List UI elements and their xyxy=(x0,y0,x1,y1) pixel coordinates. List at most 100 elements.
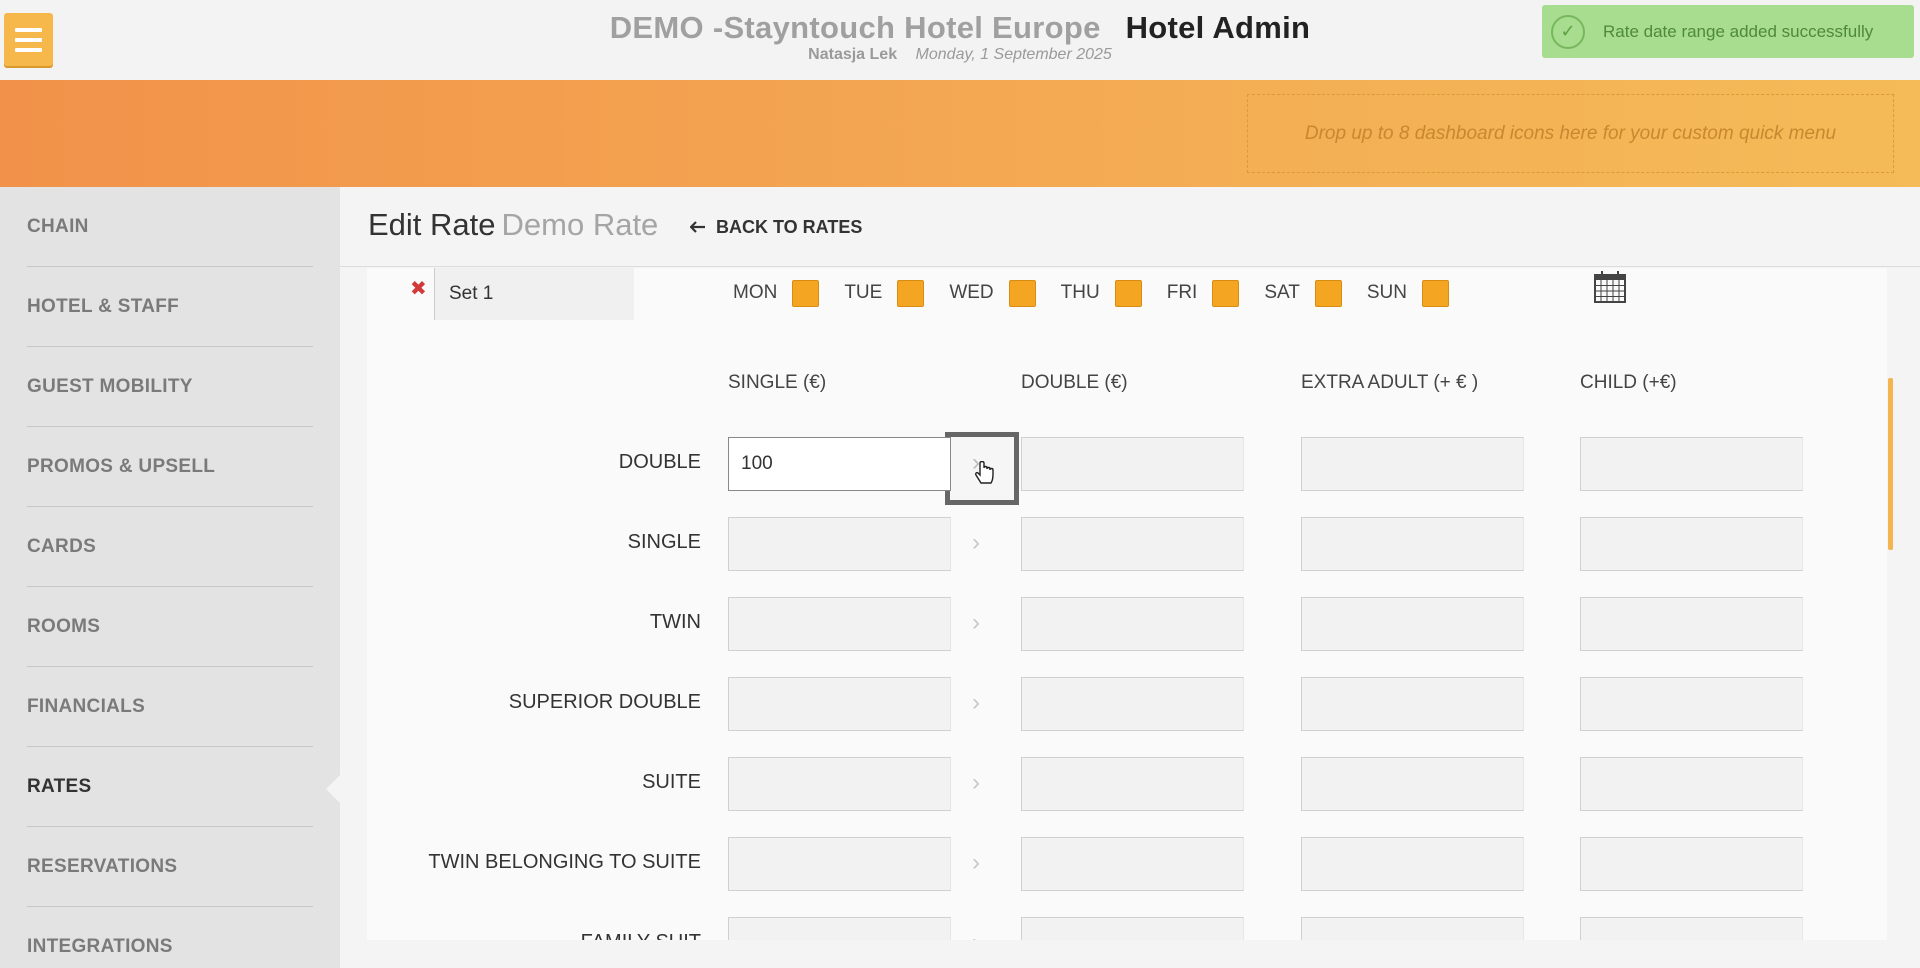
column-header-child: CHILD (+€) xyxy=(1580,372,1677,393)
sidebar-item-cards[interactable]: CARDS xyxy=(27,507,313,587)
day-checkbox[interactable] xyxy=(1314,279,1342,307)
copy-right-arrow-icon[interactable]: › xyxy=(972,689,992,716)
copy-right-arrow-icon[interactable]: › xyxy=(972,769,992,796)
sidebar-item-hotel-staff[interactable]: HOTEL & STAFF xyxy=(27,267,313,347)
single-rate-input[interactable] xyxy=(728,917,951,940)
single-rate-input[interactable] xyxy=(728,757,951,811)
set-name: Set 1 xyxy=(449,283,494,304)
row-label: DOUBLE xyxy=(618,451,701,473)
day-label: MON xyxy=(733,282,778,303)
sidebar-item-reservations[interactable]: RESERVATIONS xyxy=(27,827,313,907)
back-to-rates-link[interactable]: BACK TO RATES xyxy=(689,217,863,238)
sidebar-item-integrations[interactable]: INTEGRATIONS xyxy=(27,907,313,968)
day-label: SAT xyxy=(1264,282,1300,303)
active-item-pointer xyxy=(326,775,340,803)
double-rate-input[interactable] xyxy=(1021,677,1244,731)
copy-right-arrow-icon[interactable]: › xyxy=(972,849,992,876)
row-label: TWIN xyxy=(649,611,701,633)
copy-right-arrow-icon[interactable]: › xyxy=(972,929,992,940)
copy-right-arrow-icon[interactable]: › xyxy=(972,609,992,636)
day-tue[interactable]: TUE xyxy=(844,279,925,307)
day-checkbox[interactable] xyxy=(1212,279,1240,307)
extra-adult-input[interactable] xyxy=(1301,517,1524,571)
calendar-icon[interactable] xyxy=(1593,270,1627,304)
double-rate-input[interactable] xyxy=(1021,917,1244,940)
child-input[interactable] xyxy=(1580,917,1803,940)
column-header-double: DOUBLE (€) xyxy=(1021,372,1128,393)
single-rate-input[interactable] xyxy=(728,837,951,891)
day-sun[interactable]: SUN xyxy=(1366,279,1449,307)
rate-name: Demo Rate xyxy=(501,207,659,242)
sidebar-item-financials[interactable]: FINANCIALS xyxy=(27,667,313,747)
day-mon[interactable]: MON xyxy=(733,279,820,307)
arrow-left-icon xyxy=(689,217,706,238)
page-title-text: Edit Rate xyxy=(368,207,496,242)
child-input[interactable] xyxy=(1580,677,1803,731)
page-header: Edit Rate Demo Rate BACK TO RATES xyxy=(340,187,1920,267)
child-input[interactable] xyxy=(1580,837,1803,891)
day-sat[interactable]: SAT xyxy=(1264,279,1342,307)
day-label: THU xyxy=(1060,282,1100,303)
child-input[interactable] xyxy=(1580,437,1803,491)
extra-adult-input[interactable] xyxy=(1301,757,1524,811)
extra-adult-input[interactable] xyxy=(1301,437,1524,491)
user-name: Natasja Lek xyxy=(808,46,898,63)
sidebar-item-label: FINANCIALS xyxy=(27,695,146,717)
child-input[interactable] xyxy=(1580,597,1803,651)
double-rate-input[interactable] xyxy=(1021,837,1244,891)
day-checkbox[interactable] xyxy=(1114,279,1142,307)
single-rate-input[interactable] xyxy=(728,597,951,651)
column-header-extra-adult: EXTRA ADULT (+ € ) xyxy=(1301,372,1479,393)
row-label: SUITE xyxy=(642,771,701,793)
sidebar: CHAIN HOTEL & STAFF GUEST MOBILITY PROMO… xyxy=(0,187,340,968)
app-title: Hotel Admin xyxy=(1125,10,1311,45)
back-link-label: BACK TO RATES xyxy=(716,217,863,237)
day-checkbox[interactable] xyxy=(1422,279,1449,307)
double-rate-input[interactable] xyxy=(1021,517,1244,571)
quick-menu-dropzone[interactable]: Drop up to 8 dashboard icons here for yo… xyxy=(1247,94,1894,173)
row-label: SUPERIOR DOUBLE xyxy=(508,691,701,713)
hotel-name: DEMO -Stayntouch Hotel Europe xyxy=(609,10,1101,45)
scrollbar-thumb[interactable] xyxy=(1888,378,1893,550)
day-thu[interactable]: THU xyxy=(1060,279,1142,307)
sidebar-item-label: GUEST MOBILITY xyxy=(27,375,193,397)
child-input[interactable] xyxy=(1580,517,1803,571)
day-label: SUN xyxy=(1366,282,1407,303)
sidebar-item-rooms[interactable]: ROOMS xyxy=(27,587,313,667)
success-toast[interactable]: ✓ Rate date range added successfully xyxy=(1542,5,1914,58)
check-circle-icon: ✓ xyxy=(1551,14,1585,49)
double-rate-input[interactable] xyxy=(1021,757,1244,811)
sidebar-item-label: ROOMS xyxy=(27,615,101,637)
day-checkbox[interactable] xyxy=(897,279,925,307)
copy-right-arrow-icon[interactable]: › xyxy=(972,529,992,556)
double-rate-input[interactable] xyxy=(1021,437,1244,491)
child-input[interactable] xyxy=(1580,757,1803,811)
delete-set-icon[interactable]: ✖ xyxy=(410,276,427,301)
row-label: SINGLE xyxy=(627,531,701,553)
day-label: TUE xyxy=(844,282,883,303)
sidebar-item-chain[interactable]: CHAIN xyxy=(27,187,313,267)
day-checkbox[interactable] xyxy=(1008,279,1036,307)
set-tab[interactable]: Set 1 xyxy=(434,268,634,320)
sidebar-item-label: PROMOS & UPSELL xyxy=(27,455,216,477)
sidebar-item-promos-upsell[interactable]: PROMOS & UPSELL xyxy=(27,427,313,507)
extra-adult-input[interactable] xyxy=(1301,677,1524,731)
day-wed[interactable]: WED xyxy=(949,279,1036,307)
sidebar-item-label: CARDS xyxy=(27,535,97,557)
extra-adult-input[interactable] xyxy=(1301,837,1524,891)
double-rate-input[interactable] xyxy=(1021,597,1244,651)
day-label: FRI xyxy=(1166,282,1198,303)
sidebar-item-guest-mobility[interactable]: GUEST MOBILITY xyxy=(27,347,313,427)
single-rate-input[interactable] xyxy=(728,677,951,731)
current-date: Monday, 1 September 2025 xyxy=(915,46,1112,63)
sidebar-item-rates[interactable]: RATES xyxy=(27,747,313,827)
single-rate-input[interactable]: 100 xyxy=(728,437,951,491)
day-fri[interactable]: FRI xyxy=(1166,279,1240,307)
extra-adult-input[interactable] xyxy=(1301,917,1524,940)
single-rate-input[interactable] xyxy=(728,517,951,571)
rate-set-panel: ✖ Set 1 MON TUE WED THU FRI SAT SUN SING… xyxy=(367,268,1887,940)
extra-adult-input[interactable] xyxy=(1301,597,1524,651)
day-selector: MON TUE WED THU FRI SAT SUN xyxy=(733,268,1474,318)
day-checkbox[interactable] xyxy=(792,279,820,307)
toast-message: Rate date range added successfully xyxy=(1603,21,1874,41)
